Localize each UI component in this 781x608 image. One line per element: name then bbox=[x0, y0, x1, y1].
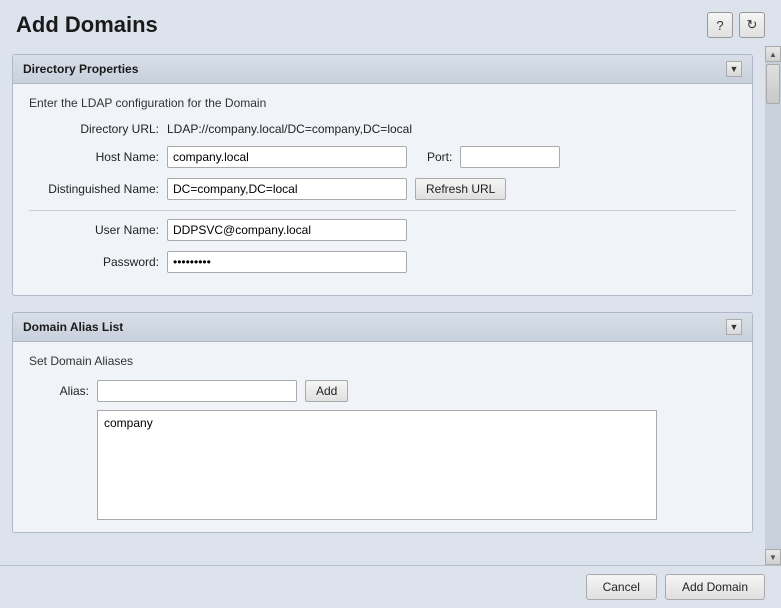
username-row: User Name: bbox=[29, 219, 736, 241]
scrollbar-thumb[interactable] bbox=[766, 64, 780, 104]
domain-alias-body: Set Domain Aliases Alias: Add company bbox=[13, 342, 752, 532]
help-button[interactable]: ? bbox=[707, 12, 733, 38]
directory-properties-body: Enter the LDAP configuration for the Dom… bbox=[13, 84, 752, 295]
directory-properties-collapse-btn[interactable]: ▼ bbox=[726, 61, 742, 77]
refresh-icon: ↻ bbox=[747, 17, 758, 33]
scrollbar-track: ▲ ▼ bbox=[765, 46, 781, 565]
domain-alias-title: Domain Alias List bbox=[23, 320, 123, 334]
cancel-button[interactable]: Cancel bbox=[586, 574, 657, 600]
scrollable-content: Directory Properties ▼ Enter the LDAP co… bbox=[0, 46, 765, 565]
alias-input[interactable] bbox=[97, 380, 297, 402]
alias-list-box: company bbox=[97, 410, 657, 520]
password-input[interactable] bbox=[167, 251, 407, 273]
directory-url-label: Directory URL: bbox=[29, 122, 159, 136]
refresh-button[interactable]: ↻ bbox=[739, 12, 765, 38]
alias-input-row: Alias: Add bbox=[29, 380, 736, 402]
domain-alias-desc: Set Domain Aliases bbox=[29, 354, 736, 368]
port-label: Port: bbox=[427, 150, 452, 164]
dn-input[interactable] bbox=[167, 178, 407, 200]
page-title: Add Domains bbox=[16, 12, 158, 38]
directory-url-row: Directory URL: LDAP://company.local/DC=c… bbox=[29, 122, 736, 136]
collapse-icon: ▼ bbox=[730, 64, 739, 74]
content-area: Directory Properties ▼ Enter the LDAP co… bbox=[0, 46, 781, 565]
hostname-label: Host Name: bbox=[29, 150, 159, 164]
help-icon: ? bbox=[716, 18, 723, 33]
dn-row: Distinguished Name: Refresh URL bbox=[29, 178, 736, 200]
dn-label: Distinguished Name: bbox=[29, 182, 159, 196]
directory-properties-panel: Directory Properties ▼ Enter the LDAP co… bbox=[12, 54, 753, 296]
directory-properties-header: Directory Properties ▼ bbox=[13, 55, 752, 84]
scrollbar-down-btn[interactable]: ▼ bbox=[765, 549, 781, 565]
domain-alias-panel: Domain Alias List ▼ Set Domain Aliases A… bbox=[12, 312, 753, 533]
refresh-url-button[interactable]: Refresh URL bbox=[415, 178, 506, 200]
header-icons: ? ↻ bbox=[707, 12, 765, 38]
add-domain-button[interactable]: Add Domain bbox=[665, 574, 765, 600]
main-container: Add Domains ? ↻ Directory Properties ▼ bbox=[0, 0, 781, 608]
hostname-input[interactable] bbox=[167, 146, 407, 168]
password-label: Password: bbox=[29, 255, 159, 269]
header: Add Domains ? ↻ bbox=[0, 0, 781, 46]
directory-properties-desc: Enter the LDAP configuration for the Dom… bbox=[29, 96, 736, 110]
scrollbar-up-btn[interactable]: ▲ bbox=[765, 46, 781, 62]
list-item: company bbox=[102, 415, 652, 431]
directory-properties-title: Directory Properties bbox=[23, 62, 138, 76]
directory-url-value: LDAP://company.local/DC=company,DC=local bbox=[167, 122, 412, 136]
hostname-row: Host Name: Port: bbox=[29, 146, 736, 168]
domain-alias-collapse-icon: ▼ bbox=[730, 322, 739, 332]
alias-label: Alias: bbox=[29, 384, 89, 398]
username-label: User Name: bbox=[29, 223, 159, 237]
username-input[interactable] bbox=[167, 219, 407, 241]
port-input[interactable] bbox=[460, 146, 560, 168]
password-row: Password: bbox=[29, 251, 736, 273]
domain-alias-header: Domain Alias List ▼ bbox=[13, 313, 752, 342]
domain-alias-collapse-btn[interactable]: ▼ bbox=[726, 319, 742, 335]
footer: Cancel Add Domain bbox=[0, 565, 781, 608]
divider bbox=[29, 210, 736, 211]
add-alias-button[interactable]: Add bbox=[305, 380, 348, 402]
